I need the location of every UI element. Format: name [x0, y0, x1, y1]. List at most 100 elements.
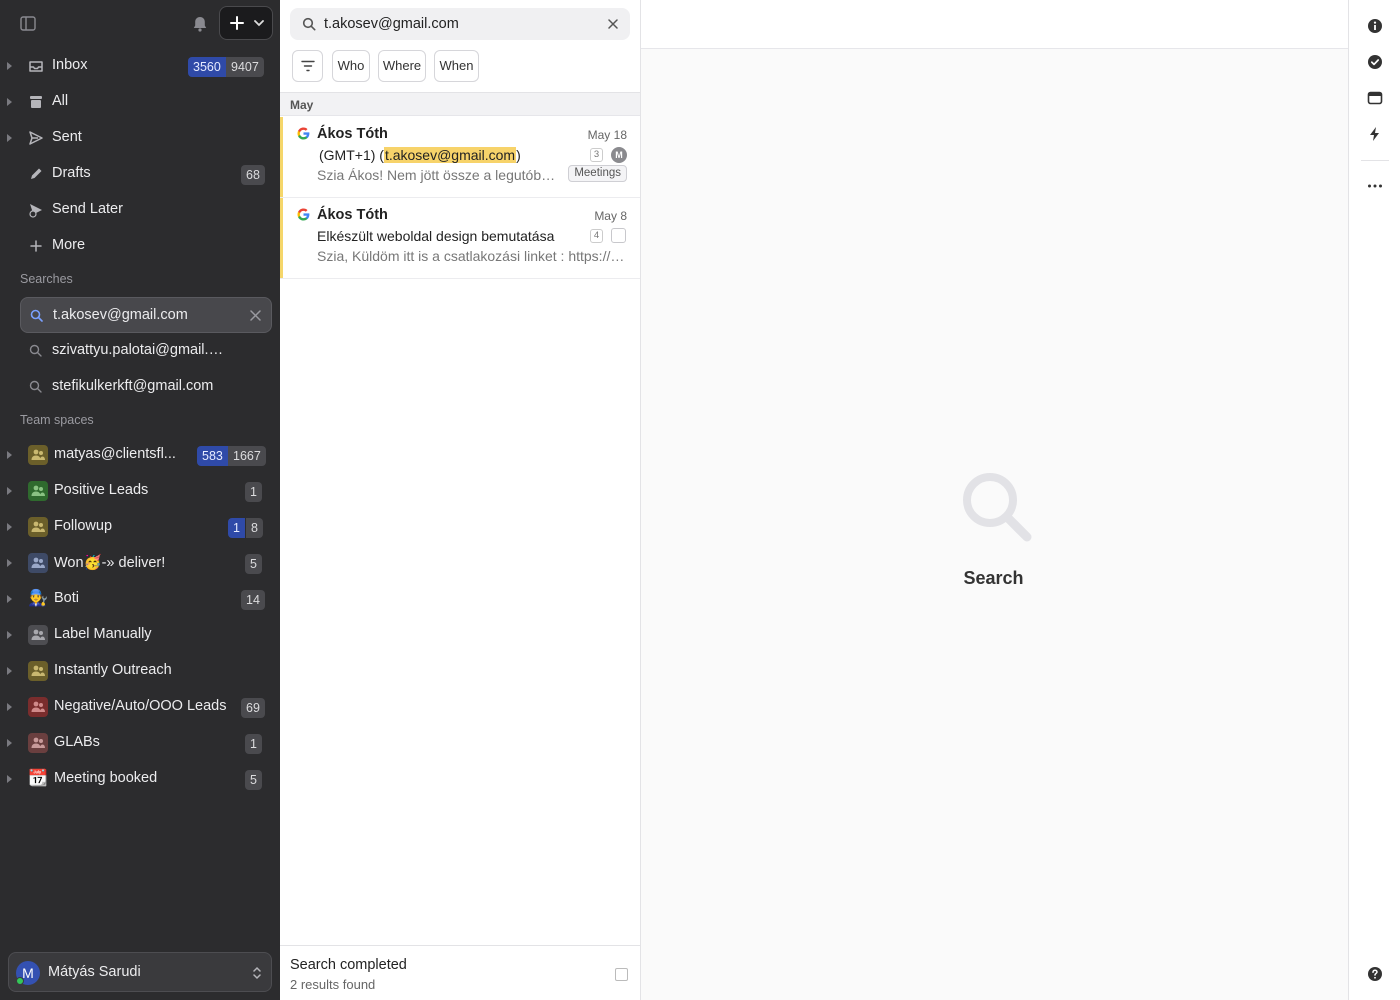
sidebar-item-all[interactable]: All	[0, 84, 280, 120]
bolt-icon[interactable]	[1367, 126, 1383, 142]
team-space-item[interactable]: Label Manually	[0, 617, 280, 653]
expand-caret-icon[interactable]	[7, 451, 12, 459]
filter-who-button[interactable]: Who	[332, 50, 370, 82]
expand-caret-icon[interactable]	[7, 487, 12, 495]
sidebar: Inbox 3560 9407 All Sent Drafts 68 Send …	[0, 0, 280, 1000]
saved-search-item[interactable]: t.akosev@gmail.com	[20, 297, 272, 333]
team-space-label: Negative/Auto/OOO Leads	[54, 698, 227, 714]
clear-search-icon[interactable]	[608, 19, 618, 29]
match-indicator	[280, 117, 283, 197]
bell-icon[interactable]	[191, 15, 209, 33]
subject-text: (GMT+1) (	[319, 147, 384, 163]
count-badge: 14	[241, 590, 265, 610]
expand-caret-icon[interactable]	[7, 559, 12, 567]
expand-caret-icon[interactable]	[7, 134, 12, 142]
sidebar-item-label: All	[52, 93, 69, 109]
sidebar-item-more[interactable]: More	[0, 228, 280, 264]
sender-name: Ákos Tóth	[317, 207, 388, 223]
check-circle-icon[interactable]	[1367, 54, 1383, 70]
team-space-label: Boti	[54, 590, 79, 606]
team-space-label: Won🥳-» deliver!	[54, 555, 166, 571]
google-icon	[297, 208, 310, 221]
team-space-item[interactable]: Followup 1 8	[0, 509, 280, 545]
chevron-up-down-icon	[253, 966, 261, 980]
sidebar-item-drafts[interactable]: Drafts 68	[0, 156, 280, 192]
search-highlight: t.akosev@gmail.com	[383, 147, 517, 163]
team-icon	[28, 661, 48, 681]
expand-caret-icon[interactable]	[7, 739, 12, 747]
inbox-icon	[29, 61, 43, 72]
search-input[interactable]: t.akosev@gmail.com	[324, 16, 459, 32]
expand-caret-icon[interactable]	[7, 523, 12, 531]
search-icon	[29, 344, 42, 357]
team-space-label: Positive Leads	[54, 482, 149, 498]
team-space-item[interactable]: matyas@clientsfl... 583 1667	[0, 437, 280, 473]
team-space-item[interactable]: 👨‍🔧 Boti 14	[0, 581, 280, 617]
plus-icon	[230, 16, 244, 30]
message-list-pane: t.akosev@gmail.com Who Where When May Ák…	[280, 0, 641, 1000]
match-indicator	[280, 198, 283, 278]
expand-caret-icon[interactable]	[7, 595, 12, 603]
mechanic-emoji-icon: 👨‍🔧	[28, 590, 48, 607]
message-subject: Elkészült weboldal design bemutatása	[317, 228, 555, 244]
calendar-icon[interactable]	[1367, 90, 1383, 106]
team-icon	[28, 445, 48, 465]
saved-search-label: szivattyu.palotai@gmail.com	[52, 342, 224, 358]
count-badge: 1	[245, 482, 262, 502]
expand-caret-icon[interactable]	[7, 62, 12, 70]
message-label-badge[interactable]: Meetings	[568, 165, 627, 182]
team-space-item[interactable]: Won🥳-» deliver! 5	[0, 545, 280, 581]
team-space-item[interactable]: Negative/Auto/OOO Leads 69	[0, 689, 280, 725]
help-icon[interactable]	[1367, 966, 1383, 982]
search-bar[interactable]: t.akosev@gmail.com	[290, 8, 630, 40]
filter-when-button[interactable]: When	[434, 50, 479, 82]
message-row[interactable]: Ákos Tóth May 8 Elkészült weboldal desig…	[280, 198, 640, 279]
sidebar-item-inbox[interactable]: Inbox 3560 9407	[0, 48, 280, 84]
collapse-icon[interactable]	[615, 968, 628, 981]
searches-section-title: Searches	[20, 272, 73, 286]
expand-caret-icon[interactable]	[7, 631, 12, 639]
subject-text: )	[516, 147, 521, 163]
team-icon	[28, 625, 48, 645]
saved-search-label: stefikulkerkft@gmail.com	[52, 378, 214, 394]
sidebar-header	[0, 0, 280, 48]
team-space-label: Meeting booked	[54, 770, 158, 786]
team-space-item[interactable]: Instantly Outreach	[0, 653, 280, 689]
compose-button[interactable]	[219, 6, 273, 40]
saved-search-item[interactable]: szivattyu.palotai@gmail.com	[20, 333, 272, 369]
team-space-label: matyas@clientsfl...	[54, 446, 176, 462]
close-icon[interactable]	[250, 310, 261, 321]
right-rail	[1348, 0, 1400, 1000]
filter-options-button[interactable]	[292, 50, 323, 82]
unread-count-badge: 583	[197, 446, 228, 466]
select-checkbox[interactable]	[611, 228, 626, 243]
team-spaces-section-title: Team spaces	[20, 413, 94, 427]
search-icon	[30, 309, 43, 322]
account-switcher[interactable]: M Mátyás Sarudi	[8, 952, 272, 992]
message-date: May 18	[587, 128, 627, 142]
team-space-item[interactable]: 📆 Meeting booked 5	[0, 761, 280, 797]
sidebar-item-sent[interactable]: Sent	[0, 120, 280, 156]
sidebar-item-send-later[interactable]: Send Later	[0, 192, 280, 228]
team-space-item[interactable]: GLABs 1	[0, 725, 280, 761]
message-row[interactable]: Ákos Tóth May 18 (GMT+1) (t.akosev@gmail…	[280, 117, 640, 198]
expand-caret-icon[interactable]	[7, 667, 12, 675]
chevron-down-icon[interactable]	[253, 17, 265, 29]
more-icon[interactable]	[1367, 178, 1383, 194]
team-space-label: Instantly Outreach	[54, 662, 172, 678]
expand-caret-icon[interactable]	[7, 775, 12, 783]
filter-where-button[interactable]: Where	[378, 50, 426, 82]
saved-search-item[interactable]: stefikulkerkft@gmail.com	[20, 369, 272, 405]
team-space-item[interactable]: Positive Leads 1	[0, 473, 280, 509]
expand-caret-icon[interactable]	[7, 703, 12, 711]
saved-search-label: t.akosev@gmail.com	[53, 307, 188, 323]
calendar-emoji-icon: 📆	[28, 770, 48, 787]
sidebar-toggle-icon[interactable]	[20, 16, 36, 31]
message-subject: (GMT+1) (t.akosev@gmail.com)	[319, 147, 521, 163]
expand-caret-icon[interactable]	[7, 98, 12, 106]
message-preview: Szia, Küldöm itt is a csatlakozási linke…	[317, 248, 626, 264]
send-icon	[29, 131, 43, 145]
info-icon[interactable]	[1367, 18, 1383, 34]
total-count-badge: 8	[246, 518, 263, 538]
message-preview: Szia Ákos! Nem jött össze a legutóbbi…	[317, 167, 562, 183]
